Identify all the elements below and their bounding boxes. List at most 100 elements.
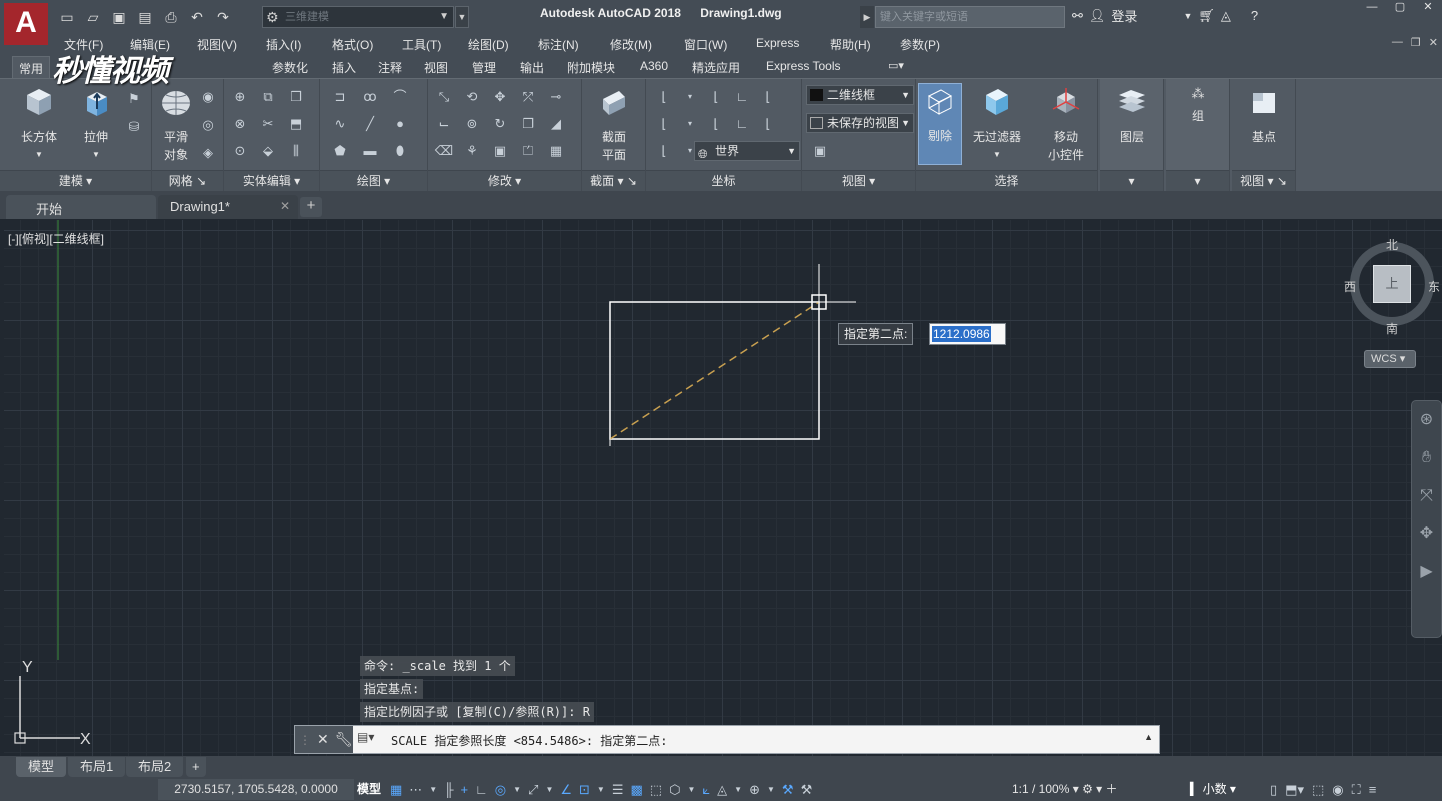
viewport-lock-icon[interactable]: ⬒▾	[1285, 780, 1304, 799]
selection-cycling-icon[interactable]: ⬚	[650, 780, 662, 799]
ucs-origin-dropdown-icon[interactable]: ▾	[680, 114, 700, 134]
object-snap-icon[interactable]: ⊡	[579, 780, 590, 799]
tab-express-tools[interactable]: Express Tools	[766, 59, 840, 73]
group-button[interactable]: ⁂ 组	[1178, 85, 1218, 125]
3d-mirror-icon[interactable]: ⊚	[462, 114, 482, 134]
panel-title-view[interactable]: 视图 ▾	[802, 170, 915, 192]
wcs-menu[interactable]: WCS ▾	[1364, 350, 1416, 368]
chevron-down-icon[interactable]: ▼	[597, 780, 605, 799]
tab-manage[interactable]: 管理	[472, 59, 496, 76]
doc-minimize-icon[interactable]: —	[1392, 36, 1403, 49]
ucs-world-icon[interactable]: ⌊	[654, 141, 674, 161]
compass-south[interactable]: 南	[1386, 320, 1398, 337]
separate-icon[interactable]: ❒	[286, 87, 306, 107]
viewcube-top-face[interactable]: 上	[1373, 265, 1411, 303]
viewcube[interactable]: 上 北 南 东 西 WCS ▾	[1342, 234, 1442, 368]
viewport-config-icon[interactable]: ▣	[810, 141, 830, 161]
circle-icon[interactable]: ●	[390, 114, 410, 134]
menu-view[interactable]: 视图(V)	[197, 36, 237, 53]
compass-east[interactable]: 东	[1428, 278, 1440, 295]
selection-filter-icon[interactable]: ◬	[717, 780, 727, 799]
trim-icon[interactable]: ⊸	[546, 87, 566, 107]
panel-title-groups[interactable]: ▾	[1166, 170, 1229, 192]
named-view-dropdown[interactable]: 未保存的视图 ▼	[806, 113, 914, 133]
base-view-button[interactable]: 基点	[1238, 85, 1290, 146]
binoculars-icon[interactable]: ⚯	[1072, 8, 1083, 24]
chevron-down-icon[interactable]: ▼	[687, 780, 695, 799]
annotation-scale[interactable]: 1:1 / 100% ▾ ⚙ ▾ ＋	[1012, 780, 1118, 799]
chevron-down-icon[interactable]: ▼	[429, 780, 437, 799]
zoom-icon[interactable]: ⤧	[1412, 477, 1441, 515]
presspull-icon[interactable]: ⚑	[124, 89, 144, 109]
isodraft-icon[interactable]: ⤢	[528, 780, 538, 799]
auto-scale-icon[interactable]: ⚒	[801, 780, 813, 799]
model-space-toggle[interactable]: 模型	[357, 780, 381, 799]
box-button[interactable]: 长方体 ▼	[14, 85, 64, 164]
menu-dimension[interactable]: 标注(N)	[538, 36, 579, 53]
chevron-down-icon[interactable]: ▼	[767, 780, 775, 799]
smooth-object-button[interactable]: 平滑 对象	[156, 85, 196, 164]
tab-parametric[interactable]: 参数化	[272, 59, 308, 76]
menu-parametric[interactable]: 参数(P)	[900, 36, 940, 53]
close-icon[interactable]: ✕	[317, 731, 329, 748]
union-icon[interactable]: ⊕	[230, 87, 250, 107]
polysolid-icon[interactable]: ⛁	[124, 117, 144, 137]
save-as-icon[interactable]: ▤	[134, 6, 156, 28]
drag-handle-icon[interactable]: ⋮	[299, 733, 311, 747]
tab-addins[interactable]: 附加模块	[567, 59, 615, 76]
ortho-icon[interactable]: ∟	[475, 780, 488, 799]
polygon-icon[interactable]: ⬟	[330, 141, 350, 161]
plot-icon[interactable]: ⎙	[160, 6, 182, 28]
slice-icon[interactable]: ✂	[258, 114, 278, 134]
ucs-x-icon[interactable]: ⌊	[706, 87, 726, 107]
hardware-acceleration-icon[interactable]: ◉	[1332, 780, 1343, 799]
chevron-down-icon[interactable]: ▼	[545, 780, 553, 799]
quick-properties-icon[interactable]: ▯	[1270, 780, 1277, 799]
intersect-icon[interactable]: ⊗	[230, 114, 250, 134]
interfere-icon[interactable]: ⊙	[230, 141, 250, 161]
wrench-icon[interactable]: 🔧︎	[335, 731, 353, 748]
rotate-icon[interactable]: ↻	[490, 114, 510, 134]
menu-draw[interactable]: 绘图(D)	[468, 36, 509, 53]
menu-insert[interactable]: 插入(I)	[266, 36, 301, 53]
pan-icon[interactable]: ✋︎	[1412, 439, 1441, 477]
undo-icon[interactable]: ↶	[186, 6, 208, 28]
ellipse-icon[interactable]: ⬮	[390, 141, 410, 161]
command-history-toggle[interactable]: ▲	[1144, 732, 1153, 742]
ucs-named-dropdown[interactable]: 🌐︎ 世界 ▼	[694, 141, 800, 161]
menu-modify[interactable]: 修改(M)	[610, 36, 652, 53]
tab-layout1[interactable]: 布局1	[68, 757, 126, 777]
menu-tools[interactable]: 工具(T)	[402, 36, 441, 53]
units-menu[interactable]: ▍ 小数 ▾	[1190, 780, 1236, 799]
3d-align-icon[interactable]: ⌙	[434, 114, 454, 134]
tab-featured-apps[interactable]: 精选应用	[692, 59, 740, 76]
transparency-icon[interactable]: ▩	[631, 780, 643, 799]
ucs-z-icon[interactable]: ⌊	[758, 87, 778, 107]
help-icon[interactable]: ?	[1251, 8, 1258, 23]
subtract-icon[interactable]: ⧉	[258, 87, 278, 107]
search-expand-button[interactable]: ▶	[860, 6, 874, 28]
drawing-canvas[interactable]: [-][俯视][二维线框] 指定第二点: 1212.0986 上 北 南 东 西…	[4, 220, 1442, 756]
object-snap-tracking-icon[interactable]: ∠	[560, 780, 572, 799]
panel-title-mesh[interactable]: 网格 ↘	[152, 170, 223, 192]
tab-view[interactable]: 视图	[424, 59, 448, 76]
menu-format[interactable]: 格式(O)	[332, 36, 373, 53]
dynamic-input-field[interactable]: 1212.0986	[929, 323, 1006, 345]
new-icon[interactable]: ▭	[56, 6, 78, 28]
section-plane-button[interactable]: 截面 平面	[592, 85, 636, 164]
menu-help[interactable]: 帮助(H)	[830, 36, 871, 53]
3d-move-icon[interactable]: ⤱	[518, 87, 538, 107]
cart-icon[interactable]: 🛒︎	[1198, 8, 1215, 24]
panel-title-selection[interactable]: 选择	[916, 170, 1097, 192]
tab-model[interactable]: 模型	[16, 757, 67, 777]
close-icon[interactable]: ✕	[1414, 0, 1442, 16]
steeringwheel-icon[interactable]: ⊛	[1412, 401, 1441, 439]
scale-icon[interactable]: ⤡	[434, 87, 454, 107]
search-input[interactable]: 键入关键字或短语	[875, 6, 1065, 28]
arc-icon[interactable]: ⌒	[390, 87, 410, 107]
showmotion-icon[interactable]: ▶	[1412, 553, 1441, 591]
3d-array-icon[interactable]: ⚘	[462, 141, 482, 161]
refine-mesh-icon[interactable]: ◈	[198, 143, 218, 163]
isolate-objects-icon[interactable]: ⬚	[1312, 780, 1324, 799]
panel-title-coordinates[interactable]: 坐标	[646, 170, 801, 192]
